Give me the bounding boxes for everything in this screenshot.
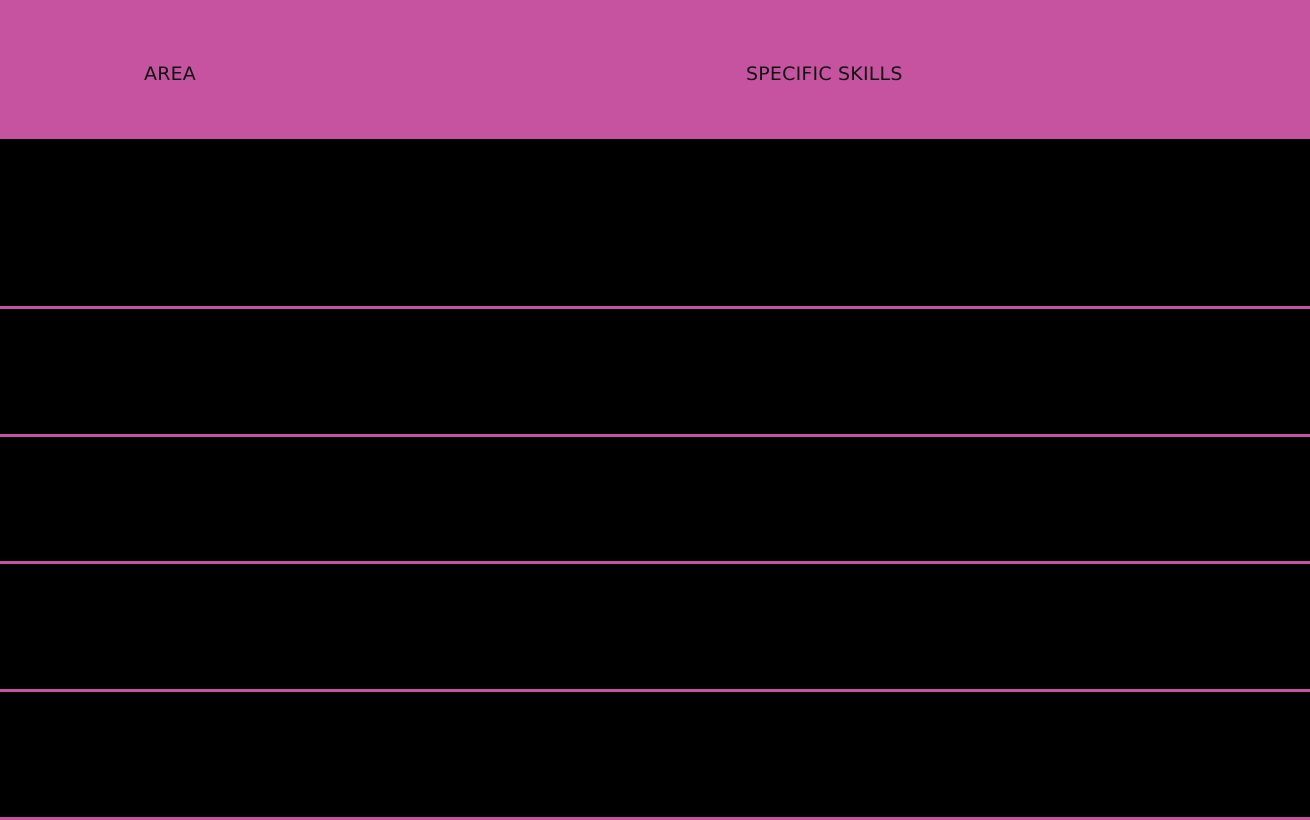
table-row xyxy=(0,139,1310,306)
column-header-specific-skills: SPECIFIC SKILLS xyxy=(746,63,903,85)
table-row xyxy=(0,309,1310,434)
skills-table: AREA SPECIFIC SKILLS xyxy=(0,0,1310,820)
table-row xyxy=(0,692,1310,817)
column-header-area: AREA xyxy=(144,63,197,85)
table-header-row: AREA SPECIFIC SKILLS xyxy=(0,0,1310,139)
table-row xyxy=(0,564,1310,689)
table-row xyxy=(0,437,1310,561)
